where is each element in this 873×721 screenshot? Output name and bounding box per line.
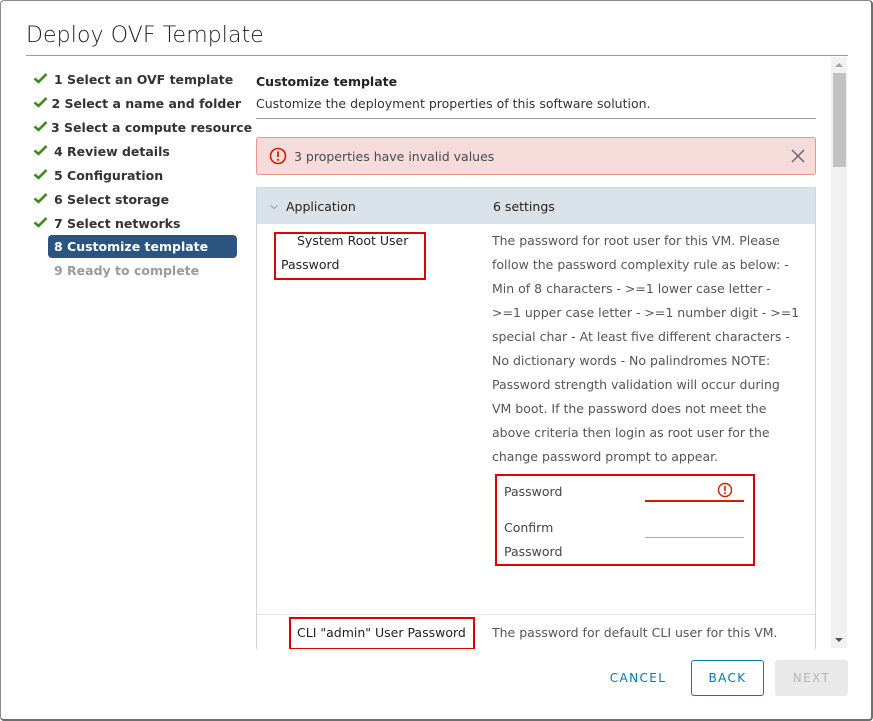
step-label: 6 Select storage	[54, 191, 170, 207]
step-8-active[interactable]: 8 Customize template	[48, 235, 237, 258]
check-icon	[33, 120, 48, 134]
alert-message: 3 properties have invalid values	[294, 148, 495, 164]
password-label: Password	[504, 484, 563, 499]
property-root-password: System Root User Password The password f…	[257, 224, 815, 615]
step-9: 9 Ready to complete	[31, 258, 241, 282]
vertical-scrollbar[interactable]	[831, 57, 847, 648]
step-label: 8 Customize template	[54, 239, 209, 254]
content-subtitle: Customize the deployment properties of t…	[256, 96, 651, 111]
step-5[interactable]: 5 Configuration	[31, 163, 241, 187]
property-description: The password for root user for this VM. …	[492, 233, 800, 464]
scrollbar-thumb[interactable]	[833, 73, 846, 167]
scroll-up-arrow-icon[interactable]	[835, 63, 843, 67]
confirm-label-line1: Confirm	[504, 520, 554, 535]
step-label: 7 Select networks	[54, 215, 181, 231]
cancel-button[interactable]: CANCEL	[601, 660, 675, 696]
check-icon	[33, 144, 51, 158]
step-4[interactable]: 4 Review details	[31, 139, 241, 163]
property-label-line2: Password	[281, 257, 340, 272]
step-label: 1 Select an OVF template	[54, 71, 234, 87]
properties-panel: Application 6 settings System Root User …	[256, 187, 816, 649]
title-divider	[26, 55, 848, 56]
chevron-down-icon[interactable]	[269, 199, 279, 214]
deploy-ovf-dialog: Deploy OVF Template 1 Select an OVF temp…	[0, 0, 873, 721]
content-title: Customize template	[256, 74, 398, 89]
close-icon[interactable]	[790, 148, 806, 164]
error-alert: 3 properties have invalid values	[256, 137, 816, 175]
check-icon	[33, 216, 51, 230]
wizard-steps: 1 Select an OVF template 2 Select a name…	[31, 67, 252, 282]
step-7[interactable]: 7 Select networks	[31, 211, 241, 235]
error-circle-icon	[717, 482, 733, 498]
content-divider	[256, 118, 816, 119]
property-cli-password: CLI "admin" User Password The password f…	[257, 615, 815, 649]
check-icon	[33, 168, 51, 182]
step-label: 5 Configuration	[54, 167, 164, 183]
property-label-line1: System Root User	[297, 233, 409, 248]
step-label: 2 Select a name and folder	[51, 95, 241, 111]
check-icon	[33, 96, 48, 110]
dialog-title: Deploy OVF Template	[26, 23, 264, 48]
scroll-down-arrow-icon[interactable]	[835, 638, 843, 642]
group-name: Application	[286, 198, 356, 214]
step-label: 3 Select a compute resource	[51, 119, 253, 135]
step-label: 4 Review details	[54, 143, 170, 159]
check-icon	[33, 192, 51, 206]
group-count: 6 settings	[493, 198, 555, 214]
password-input[interactable]	[645, 500, 744, 502]
group-header-application[interactable]: Application 6 settings	[257, 188, 815, 224]
step-2[interactable]: 2 Select a name and folder	[31, 91, 241, 115]
property-label: CLI "admin" User Password	[297, 625, 466, 640]
error-circle-icon	[269, 147, 287, 165]
step-1[interactable]: 1 Select an OVF template	[31, 67, 241, 91]
step-3[interactable]: 3 Select a compute resource	[31, 115, 252, 139]
next-button[interactable]: NEXT	[775, 660, 848, 696]
content-header: Customize template Customize the deploym…	[256, 74, 816, 111]
check-icon	[33, 72, 51, 86]
step-label: 9 Ready to complete	[54, 262, 200, 278]
confirm-password-input[interactable]	[645, 537, 744, 538]
property-description: The password for default CLI user for th…	[492, 625, 778, 640]
back-button[interactable]: BACK	[691, 660, 764, 696]
step-6[interactable]: 6 Select storage	[31, 187, 241, 211]
confirm-label-line2: Password	[504, 544, 563, 559]
